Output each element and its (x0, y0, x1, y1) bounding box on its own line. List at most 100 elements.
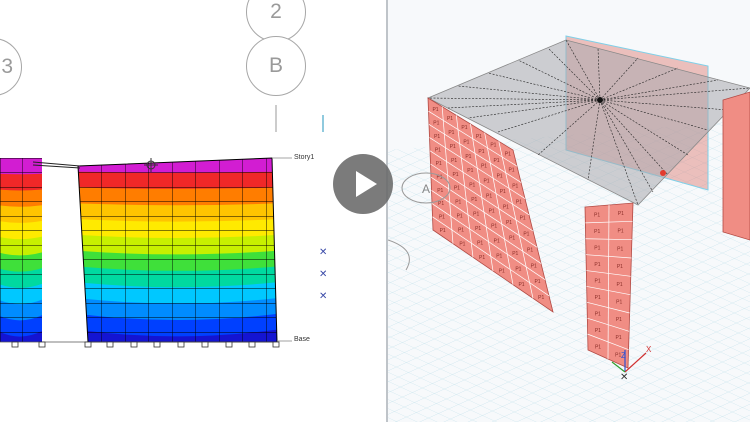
wall-pier-label: P1 (523, 231, 529, 237)
support-symbol (225, 341, 233, 348)
svg-text:✕: ✕ (620, 372, 628, 383)
wall-pier-label: P1 (478, 149, 484, 155)
support-symbol (130, 341, 138, 348)
wall-pier-label: P1 (483, 179, 489, 185)
wall-pier-label: P1 (512, 184, 518, 190)
wall-pier-label: P1 (439, 215, 445, 221)
elevation-view-panel[interactable]: 2 B 3 Story1 Base ✕ ✕ ✕ (0, 0, 386, 422)
wall-pier-label: P1 (617, 246, 623, 252)
wall-pier-label: P1 (475, 226, 481, 232)
support-symbol (177, 341, 185, 348)
wall-pier-label: P1 (520, 215, 526, 221)
wall-pier-label: P1 (435, 147, 441, 153)
wall-pier-label: P1 (463, 139, 469, 145)
3d-model-drawing: P1 P1 P1 P1 P1 P1 P1 P1 P1 P1 P1 P1 P1 P1 P1 P1 P1 P1 P1 P1… (388, 35, 750, 422)
wall-pier-label: P1 (499, 268, 505, 274)
wall-pier-label: P1 (490, 143, 496, 149)
support-symbol (153, 341, 161, 348)
wall-pier-label: P1 (503, 205, 509, 211)
front-shear-wall: P1P1P1P1P1P1P1P1P1P1P1P1P1P1P1P1P1P1 (584, 202, 634, 369)
wall-pier-label: P1 (512, 251, 518, 257)
wall-pier-label: P1 (617, 282, 623, 288)
right-shear-wall (722, 91, 750, 241)
wall-pier-label: P1 (496, 253, 502, 259)
grid-bubble-label: B (268, 54, 283, 77)
wall-pier-label: P1 (479, 255, 485, 261)
wall-pier-label: P1 (448, 130, 454, 136)
node-marker-icon: ✕ (319, 247, 328, 258)
wall-pier-label: P1 (594, 262, 600, 268)
wall-pier-label: P1 (617, 264, 623, 270)
support-symbol (272, 341, 280, 348)
wall-pier-label: P1 (437, 188, 443, 194)
wall-pier-label: P1 (447, 116, 453, 122)
3d-model-view-panel[interactable]: P1 P1 P1 P1 P1 P1 P1 P1 P1 P1 P1 P1 P1 P1 P1 P1 P1 P1 P1 P1… (388, 0, 750, 422)
wall-pier-label: P1 (616, 317, 622, 323)
elevation-contour-drawing (0, 105, 324, 348)
grid-bubble-b[interactable]: B (246, 36, 306, 96)
wall-pier-label: P1 (457, 214, 463, 220)
node-marker-icon: ✕ (319, 291, 328, 302)
wall-pier-label: P1 (434, 134, 440, 140)
wall-pier-label: P1 (494, 238, 500, 244)
wall-pier-label: P1 (531, 263, 537, 269)
wall-pier-label: P1 (594, 229, 600, 235)
grid-bubble-label: 3 (1, 55, 13, 78)
support-symbol (38, 341, 46, 348)
wall-pier-label: P1 (534, 279, 540, 285)
wall-pier-label: P1 (527, 247, 533, 253)
wall-pier-label: P1 (450, 144, 456, 150)
support-symbol (84, 341, 92, 348)
base-supports (11, 341, 280, 348)
wall-pier-label: P1 (461, 125, 467, 131)
wall-pier-label: P1 (451, 158, 457, 164)
wall-pier-label: P1 (432, 107, 438, 113)
wall-pier-label: P1 (500, 189, 506, 195)
wall-pier-label: P1 (471, 197, 477, 203)
wall-pier-label: P1 (440, 228, 446, 234)
wall-pier-label: P1 (506, 220, 512, 226)
wall-pier-label: P1 (595, 344, 601, 350)
wall-pier-label: P1 (476, 134, 482, 140)
wall-pier-label: P1 (616, 299, 622, 305)
wall-pier-label: P1 (452, 172, 458, 178)
wall-pier-label: P1 (595, 311, 601, 317)
wall-pier-label: P1 (508, 168, 514, 174)
story-label-story1: Story1 (294, 154, 315, 161)
wall-pier-label: P1 (493, 158, 499, 164)
support-symbol (248, 341, 256, 348)
wall-pier-label: P1 (438, 201, 444, 207)
play-button[interactable] (333, 154, 393, 214)
grid-bubble-label: 2 (270, 0, 282, 23)
wall-pier-label: P1 (458, 228, 464, 234)
wall-pier-label: P1 (595, 278, 601, 284)
wall-pier-label: P1 (518, 282, 524, 288)
wall-pier-label: P1 (595, 295, 601, 301)
node-marker-icon: ✕ (319, 269, 328, 280)
wall-pier-label: P1 (489, 209, 495, 215)
wall-pier-label: P1 (454, 186, 460, 192)
wall-pier-label: P1 (481, 164, 487, 170)
wall-pier-label: P1 (594, 245, 600, 251)
play-icon (356, 171, 377, 197)
wall-pier-label: P1 (505, 152, 511, 158)
story-label-base: Base (294, 336, 310, 343)
wall-pier-label: P1 (459, 242, 465, 248)
wall-pier-label: P1 (618, 211, 624, 217)
wall-pier-label: P1 (469, 183, 475, 189)
wall-pier-label: P1 (594, 212, 600, 218)
wall-pier-label: P1 (618, 229, 624, 235)
support-symbol (11, 341, 19, 348)
wall-pier-label: P1 (477, 240, 483, 246)
support-symbol (201, 341, 209, 348)
axis-x-label: X (646, 345, 652, 354)
wall-pier-label: P1 (473, 212, 479, 218)
wall-pier-label: P1 (538, 295, 544, 301)
wall-pier-label: P1 (491, 224, 497, 230)
wall-pier-label: P1 (433, 121, 439, 127)
wall-pier-label: P1 (497, 174, 503, 180)
wall-pier-label: P1 (595, 328, 601, 334)
wall-pier-label: P1 (467, 168, 473, 174)
wall-pier-label: P1 (516, 199, 522, 205)
wall-pier-label: P1 (436, 161, 442, 167)
